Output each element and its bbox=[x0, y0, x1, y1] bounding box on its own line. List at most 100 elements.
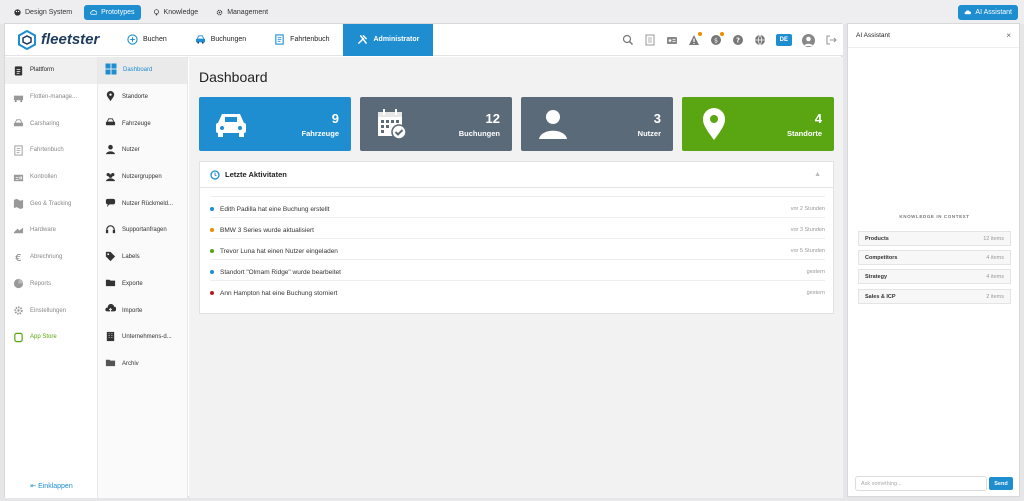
nav-buchen[interactable]: Buchen bbox=[113, 24, 181, 56]
nav-label: Administrator bbox=[373, 36, 420, 43]
stat-card-fahrzeuge[interactable]: 9 Fahrzeuge bbox=[199, 97, 351, 151]
subnav-item-importe[interactable]: Importe bbox=[98, 297, 187, 324]
logbook-icon bbox=[12, 144, 24, 156]
sidebar-item-app-store[interactable]: App Store bbox=[5, 324, 97, 351]
divider bbox=[210, 217, 825, 218]
subnav-item-fahrzeuge[interactable]: Fahrzeuge bbox=[98, 110, 187, 137]
logo[interactable]: fleetster bbox=[5, 29, 113, 50]
sidebar-item-label: Flotten-manage... bbox=[30, 94, 78, 101]
tab-prototypes[interactable]: Prototypes bbox=[84, 4, 141, 20]
knowledge-item-competitors[interactable]: Competitors 4 items bbox=[858, 250, 1011, 265]
help-icon[interactable]: ? bbox=[732, 34, 744, 46]
tab-management[interactable]: Management bbox=[210, 5, 274, 20]
activity-item[interactable]: Trevor Luna hat einen Nutzer eingeladen … bbox=[210, 244, 825, 258]
pin-icon bbox=[703, 108, 725, 140]
cloud-icon bbox=[964, 10, 972, 15]
subnav-item-nutzer-rueckmeldungen[interactable]: Nutzer Rückmeld... bbox=[98, 190, 187, 217]
palette-icon bbox=[14, 8, 21, 16]
language-selector[interactable]: DE bbox=[775, 34, 792, 46]
sidebar-item-kontrollen[interactable]: Kontrollen bbox=[5, 164, 97, 191]
ai-assistant-label: AI Assistant bbox=[975, 9, 1012, 16]
knowledge-item-products[interactable]: Products 12 items bbox=[858, 231, 1011, 246]
sidebar-item-einstellungen[interactable]: Einstellungen bbox=[5, 297, 97, 324]
subnav-item-labels[interactable]: Labels bbox=[98, 244, 187, 271]
collapse-sidebar-button[interactable]: ⇤ Einklappen bbox=[5, 482, 98, 490]
main-content: Dashboard 9 Fahrzeuge 12 Buchungen 3 Nut… bbox=[189, 57, 843, 498]
sidebar-item-plattform[interactable]: Plattform bbox=[5, 57, 97, 84]
activity-bullet bbox=[210, 228, 214, 232]
bulb-icon bbox=[153, 8, 159, 15]
subnav-item-exporte[interactable]: Exporte bbox=[98, 271, 187, 298]
activity-time: vor 3 Stunden bbox=[790, 227, 825, 233]
feedback-icon bbox=[105, 197, 116, 210]
sidebar-item-label: Fahrtenbuch bbox=[30, 147, 64, 154]
subnav-item-nutzergruppen[interactable]: Nutzergruppen bbox=[98, 164, 187, 191]
subnav-item-nutzer[interactable]: Nutzer bbox=[98, 137, 187, 164]
app-store-icon bbox=[12, 331, 24, 343]
activity-item[interactable]: Edith Padilla hat eine Buchung erstellt … bbox=[210, 202, 825, 216]
activity-item[interactable]: Ann Hampton hat eine Buchung storniert g… bbox=[210, 286, 825, 300]
knowledge-item-strategy[interactable]: Strategy 4 items bbox=[858, 269, 1011, 284]
stat-card-standorte[interactable]: 4 Standorte bbox=[682, 97, 834, 151]
billing-icon[interactable]: $ bbox=[710, 32, 724, 46]
nav-fahrtenbuch[interactable]: Fahrtenbuch bbox=[260, 24, 343, 56]
sidebar-item-carsharing[interactable]: Carsharing bbox=[5, 110, 97, 137]
subnav-item-label: Nutzer bbox=[122, 147, 140, 154]
ai-panel-title: AI Assistant bbox=[848, 24, 1019, 48]
subnav-item-label: Standorte bbox=[122, 94, 149, 101]
nav-administrator[interactable]: Administrator bbox=[343, 23, 434, 56]
send-button[interactable]: Send bbox=[989, 477, 1013, 490]
subnav-item-label: Dashboard bbox=[123, 67, 153, 74]
top-bar: Design System Prototypes Knowledge Manag… bbox=[0, 0, 1024, 24]
activity-item[interactable]: BMW 3 Series wurde aktualisiert vor 3 St… bbox=[210, 223, 825, 237]
logo-text: fleetster bbox=[41, 31, 100, 48]
archive-icon bbox=[105, 357, 116, 370]
globe-icon[interactable] bbox=[754, 34, 766, 46]
divider bbox=[210, 280, 825, 281]
user-icon bbox=[105, 144, 116, 157]
subnav-item-archiv[interactable]: Archiv bbox=[98, 351, 187, 378]
knowledge-item-sales-icp[interactable]: Sales & ICP 2 items bbox=[858, 289, 1011, 304]
activity-bullet bbox=[210, 249, 214, 253]
stat-label: Standorte bbox=[786, 129, 822, 138]
subnav-item-unternehmensdaten[interactable]: Unternehmens-d... bbox=[98, 324, 187, 351]
document-icon[interactable] bbox=[644, 34, 656, 46]
header-actions: $ ? DE bbox=[622, 24, 837, 56]
close-icon[interactable]: × bbox=[1006, 31, 1011, 40]
subnav-item-standorte[interactable]: Standorte bbox=[98, 84, 187, 111]
notification-dot bbox=[719, 32, 724, 36]
avatar[interactable] bbox=[802, 33, 815, 47]
sidebar-item-abrechnung[interactable]: € Abrechnung bbox=[5, 244, 97, 271]
ai-assistant-button[interactable]: AI Assistant bbox=[958, 5, 1018, 20]
ai-input[interactable]: Ask something... bbox=[855, 476, 987, 491]
collapse-icon: ⇤ bbox=[30, 483, 39, 490]
search-icon[interactable] bbox=[622, 34, 634, 46]
sidebar-item-fahrtenbuch[interactable]: Fahrtenbuch bbox=[5, 137, 97, 164]
stat-value: 4 bbox=[814, 111, 822, 126]
sidebar-item-hardware[interactable]: Hardware bbox=[5, 217, 97, 244]
sidebar-item-label: Einstellungen bbox=[30, 307, 67, 314]
stat-card-buchungen[interactable]: 12 Buchungen bbox=[360, 97, 512, 151]
knowledge-count: 4 items bbox=[986, 254, 1004, 261]
top-tabs: Design System Prototypes Knowledge Manag… bbox=[8, 4, 274, 20]
collapse-up-icon[interactable]: ▲ bbox=[814, 171, 821, 178]
stat-card-nutzer[interactable]: 3 Nutzer bbox=[521, 97, 673, 151]
divider bbox=[210, 196, 825, 197]
subnav-item-supportanfragen[interactable]: Supportanfragen bbox=[98, 217, 187, 244]
activity-item[interactable]: Standort "Olmam Ridge" wurde bearbeitet … bbox=[210, 265, 825, 279]
nav-buchungen[interactable]: Buchungen bbox=[181, 24, 260, 56]
logout-icon[interactable] bbox=[825, 34, 837, 46]
collapse-label: Einklappen bbox=[38, 483, 73, 490]
sidebar-item-reports[interactable]: Reports bbox=[5, 271, 97, 298]
subnav-item-dashboard[interactable]: Dashboard bbox=[98, 57, 187, 84]
check-card-icon bbox=[12, 171, 24, 183]
nav-label: Buchen bbox=[143, 36, 167, 43]
id-card-icon[interactable] bbox=[666, 34, 678, 46]
euro-icon: € bbox=[12, 251, 24, 263]
tab-design-system[interactable]: Design System bbox=[8, 5, 78, 20]
sidebar-item-flottenmanagement[interactable]: Flotten-manage... bbox=[5, 84, 97, 111]
sidebar-item-geo-tracking[interactable]: Geo & Tracking bbox=[5, 190, 97, 217]
tab-knowledge[interactable]: Knowledge bbox=[147, 5, 205, 20]
activity-header[interactable]: Letzte Aktivitaten ▲ bbox=[200, 162, 833, 188]
warning-icon[interactable] bbox=[688, 32, 702, 46]
